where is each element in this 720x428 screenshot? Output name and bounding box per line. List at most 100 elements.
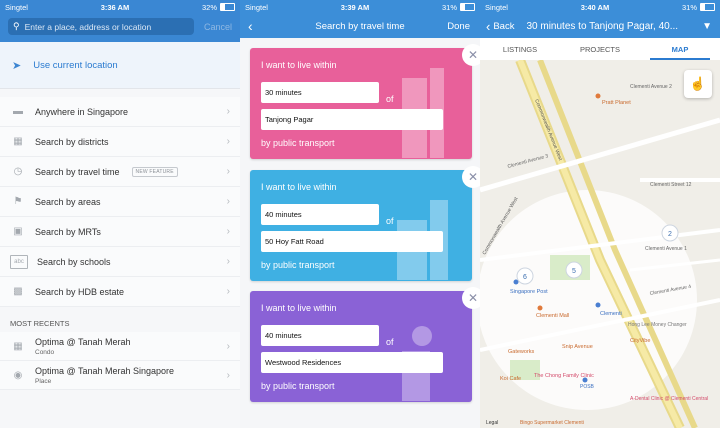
- battery-percent: 32%: [201, 2, 217, 12]
- new-feature-badge: NEW FEATURE: [131, 166, 178, 177]
- poi-label: Bingo Supermarket Clementi: [520, 420, 584, 426]
- poi-label: Gateworks: [508, 349, 535, 355]
- battery-percent: 31%: [441, 2, 457, 12]
- menu-label: Search by districts: [35, 136, 109, 147]
- menu-label: Search by areas: [35, 196, 101, 207]
- chevron-right-icon: ›: [226, 369, 230, 381]
- menu-label: Search by schools: [37, 256, 111, 267]
- destination-field[interactable]: Westwood Residences: [261, 352, 443, 373]
- poi-label: Clementi Mall: [536, 313, 569, 319]
- done-button[interactable]: Done: [447, 21, 470, 32]
- train-icon: ▣: [13, 226, 23, 237]
- page-title: 30 minutes to Tanjong Pagar, 40...: [526, 20, 679, 32]
- draw-on-map-button[interactable]: ☝: [684, 70, 712, 98]
- tab-map[interactable]: MAP: [640, 38, 720, 60]
- of-label: of: [386, 94, 394, 104]
- recent-item[interactable]: ◉ Optima @ Tanah Merah Singapore Place ›: [0, 361, 240, 390]
- location-search-input[interactable]: ⚲ Enter a place, address or location: [8, 18, 194, 35]
- menu-item-schools[interactable]: abc Search by schools ›: [0, 247, 240, 277]
- clock: 3:36 AM: [100, 2, 130, 12]
- use-current-location-button[interactable]: ➤ Use current location: [0, 42, 240, 89]
- recent-item[interactable]: ▦ Optima @ Tanah Merah Condo ›: [0, 332, 240, 361]
- carrier: Singtel: [245, 2, 268, 12]
- results-tabs: LISTINGS PROJECTS MAP: [480, 38, 720, 60]
- duration-field[interactable]: 30 minutes: [261, 82, 379, 103]
- menu-item-hdb[interactable]: ▩ Search by HDB estate ›: [0, 277, 240, 307]
- hdb-icon: ▩: [13, 286, 23, 297]
- back-button[interactable]: Back: [493, 21, 514, 32]
- clock: 3:40 AM: [580, 2, 610, 12]
- map-view[interactable]: Commonwealth Avenue West Commonwealth Av…: [480, 60, 720, 428]
- clock: 3:39 AM: [340, 2, 370, 12]
- menu-label: Search by MRTs: [35, 226, 101, 237]
- road-label: Clementi Street 12: [650, 182, 692, 188]
- poi-marker[interactable]: [595, 302, 601, 308]
- cancel-button[interactable]: Cancel: [204, 22, 232, 32]
- menu-label: Search by HDB estate: [35, 286, 125, 297]
- battery-icon: [700, 3, 715, 11]
- road-label: Clementi Avenue 1: [645, 246, 687, 252]
- close-icon[interactable]: ✕: [462, 44, 480, 66]
- chevron-right-icon: ›: [226, 136, 230, 147]
- location-arrow-icon: ➤: [12, 59, 22, 72]
- status-bar: Singtel 3:40 AM 31%: [480, 0, 720, 14]
- page-title: Search by travel time: [315, 20, 405, 32]
- poi-marker[interactable]: [582, 377, 588, 383]
- travel-card-3: I want to live within 40 minutes of West…: [250, 291, 472, 402]
- cluster-count: 6: [523, 274, 527, 281]
- tab-projects[interactable]: PROJECTS: [560, 38, 640, 60]
- menu-item-anywhere[interactable]: ▬ Anywhere in Singapore ›: [0, 97, 240, 127]
- recent-title: Optima @ Tanah Merah: [35, 336, 131, 347]
- close-icon[interactable]: ✕: [462, 287, 480, 309]
- legal-link[interactable]: Legal: [486, 420, 498, 426]
- menu-item-travel-time[interactable]: ◷ Search by travel time NEW FEATURE ›: [0, 157, 240, 187]
- status-bar: Singtel 3:36 AM 32%: [0, 0, 240, 14]
- poi-label: Hong Lee Money Changer: [628, 322, 687, 328]
- menu-label: Anywhere in Singapore: [35, 106, 129, 117]
- poi-label: Clementi: [600, 311, 622, 317]
- card-intro: I want to live within: [261, 60, 337, 70]
- transport-mode-label: by public transport: [261, 260, 335, 270]
- transport-mode-label: by public transport: [261, 381, 335, 391]
- status-bar: Singtel 3:39 AM 31%: [240, 0, 480, 14]
- of-label: of: [386, 216, 394, 226]
- chevron-right-icon: ›: [226, 196, 230, 207]
- card-intro: I want to live within: [261, 303, 337, 313]
- menu-item-districts[interactable]: ▦ Search by districts ›: [0, 127, 240, 157]
- poi-label: Pratt Planet: [602, 100, 631, 106]
- battery-fill: [461, 4, 466, 10]
- cluster-count: 2: [668, 231, 672, 238]
- menu-item-areas[interactable]: ⚑ Search by areas ›: [0, 187, 240, 217]
- duration-field[interactable]: 40 minutes: [261, 204, 379, 225]
- chevron-right-icon: ›: [226, 106, 230, 117]
- battery-fill: [701, 4, 706, 10]
- road-label: Clementi Avenue 2: [630, 84, 672, 90]
- battery-fill: [221, 4, 226, 10]
- poi-marker[interactable]: [537, 305, 543, 311]
- poi-label: CityVibe: [630, 338, 650, 344]
- travel-time-header: Singtel 3:39 AM 31% ‹ Search by travel t…: [240, 0, 480, 38]
- cluster-count: 5: [572, 268, 576, 275]
- school-icon: abc: [10, 254, 28, 269]
- poi-marker[interactable]: [595, 93, 601, 99]
- singapore-map-icon: ▬: [13, 106, 23, 117]
- destination-field[interactable]: 50 Hoy Fatt Road: [261, 231, 443, 252]
- back-chevron-icon[interactable]: ‹: [486, 19, 490, 34]
- area-icon: ⚑: [13, 196, 23, 207]
- recent-title: Optima @ Tanah Merah Singapore: [35, 365, 175, 376]
- menu-item-mrts[interactable]: ▣ Search by MRTs ›: [0, 217, 240, 247]
- building-icon: ▦: [13, 340, 23, 352]
- destination-field[interactable]: Tanjong Pagar: [261, 109, 443, 130]
- battery-percent: 31%: [681, 2, 697, 12]
- clock-icon: ◷: [13, 166, 23, 177]
- duration-field[interactable]: 40 minutes: [261, 325, 379, 346]
- tab-listings[interactable]: LISTINGS: [480, 38, 560, 60]
- poi-label: POSB: [580, 384, 595, 390]
- search-placeholder: Enter a place, address or location: [24, 21, 152, 32]
- filter-icon[interactable]: ▼: [702, 21, 712, 32]
- travel-time-screen: Singtel 3:39 AM 31% ‹ Search by travel t…: [240, 0, 480, 428]
- battery-icon: [220, 3, 235, 11]
- map-results-screen: Singtel 3:40 AM 31% ‹ Back 30 minutes to…: [480, 0, 720, 428]
- close-icon[interactable]: ✕: [462, 166, 480, 188]
- poi-label: Snip Avenue: [562, 344, 593, 350]
